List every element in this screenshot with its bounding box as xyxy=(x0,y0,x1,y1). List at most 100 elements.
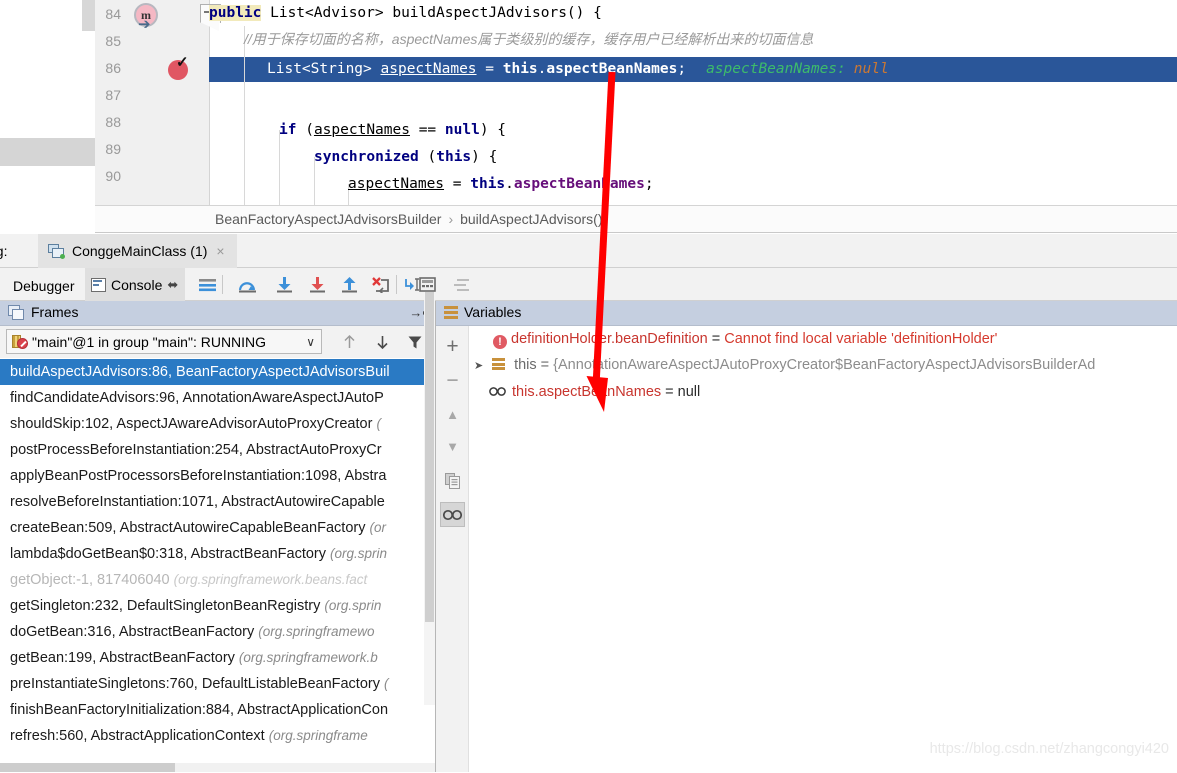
frame-list-item[interactable]: getBean:199, AbstractBeanFactory (org.sp… xyxy=(0,645,435,671)
settings-icon[interactable] xyxy=(448,268,474,301)
editor-gutter[interactable]: 84 85 86 87 88 89 90 xyxy=(95,0,210,205)
frames-up-icon[interactable] xyxy=(338,331,360,353)
variables-toolbar: + − ▲ ▼ xyxy=(436,326,469,772)
inline-debug-hint-value: null xyxy=(853,61,889,77)
frame-package: (org.springframewo xyxy=(258,624,375,639)
add-watch-icon[interactable]: + xyxy=(440,334,465,359)
frame-label: finishBeanFactoryInitialization:884, Abs… xyxy=(10,702,389,718)
frames-icon xyxy=(8,305,25,321)
frames-list[interactable]: buildAspectJAdvisors:86, BeanFactoryAspe… xyxy=(0,358,435,773)
code-token-signature: List<Advisor> buildAspectJAdvisors() { xyxy=(261,5,602,21)
line-number: 85 xyxy=(105,33,121,49)
frame-list-item[interactable]: getObject:-1, 817406040 (org.springframe… xyxy=(0,567,435,593)
frame-list-item[interactable]: buildAspectJAdvisors:86, BeanFactoryAspe… xyxy=(0,359,435,385)
remove-watch-icon[interactable]: − xyxy=(440,368,465,393)
close-icon[interactable]: × xyxy=(216,243,224,259)
run-configuration-icon xyxy=(48,243,65,259)
frame-label: findCandidateAdvisors:96, AnnotationAwar… xyxy=(10,390,384,406)
frame-label: doGetBean:316, AbstractBeanFactory xyxy=(10,624,259,640)
frame-list-item[interactable]: finishBeanFactoryInitialization:884, Abs… xyxy=(0,697,435,723)
frame-list-item[interactable]: doGetBean:316, AbstractBeanFactory (org.… xyxy=(0,619,435,645)
watermark: https://blog.csdn.net/zhangcongyi420 xyxy=(929,741,1169,757)
chevron-right-icon[interactable]: ➤ xyxy=(474,353,488,379)
run-configuration-tab[interactable]: ConggeMainClass (1) × xyxy=(38,234,237,268)
variable-value: null xyxy=(677,384,701,400)
code-token-brace: ) { xyxy=(471,149,498,165)
frame-label: buildAspectJAdvisors:86, BeanFactoryAspe… xyxy=(10,364,390,380)
editor-left-gray-band xyxy=(0,138,95,166)
variables-icon xyxy=(444,306,458,320)
frame-label: preInstantiateSingletons:760, DefaultLis… xyxy=(10,676,385,692)
line-number: 86 xyxy=(105,60,121,76)
step-into-icon[interactable] xyxy=(271,268,297,301)
copy-value-icon[interactable] xyxy=(440,468,465,493)
code-editor[interactable]: 84 85 86 87 88 89 90 m ➔ ✓ public List<A… xyxy=(0,0,1177,205)
show-execution-point-icon[interactable] xyxy=(194,268,220,301)
debug-window-label: ug: xyxy=(0,243,8,259)
watches-in-variables-icon[interactable] xyxy=(440,502,465,527)
code-token-localvar: aspectNames xyxy=(348,176,445,192)
frame-label: shouldSkip:102, AspectJAwareAdvisorAutoP… xyxy=(10,416,377,432)
variable-value: {AnnotationAwareAspectJAutoProxyCreator$… xyxy=(553,357,1096,373)
breadcrumb-bar: BeanFactoryAspectJAdvisorsBuilder › buildA… xyxy=(95,205,1177,233)
variable-row[interactable]: this.aspectBeanNames = null xyxy=(469,378,1177,404)
code-token-field: aspectBeanNames xyxy=(513,176,645,192)
line-number: 87 xyxy=(105,87,121,103)
frame-list-item[interactable]: refresh:560, AbstractApplicationContext … xyxy=(0,723,435,749)
pin-tab-icon[interactable]: ⬌ xyxy=(167,277,178,293)
breadcrumb-method[interactable]: buildAspectJAdvisors() xyxy=(460,211,602,227)
tab-console[interactable]: Console ⬌ xyxy=(85,268,186,301)
variables-panel-header: Variables xyxy=(436,301,1177,326)
frame-list-item[interactable]: postProcessBeforeInstantiation:254, Abst… xyxy=(0,437,435,463)
console-icon xyxy=(91,277,106,292)
breadcrumb[interactable]: BeanFactoryAspectJAdvisorsBuilder › buildA… xyxy=(215,211,603,227)
variable-row[interactable]: ➤ this = {AnnotationAwareAspectJAutoProx… xyxy=(469,352,1177,378)
frame-list-item[interactable]: createBean:509, AbstractAutowireCapableB… xyxy=(0,515,435,541)
frame-list-item[interactable]: applyBeanPostProcessorsBeforeInstantiati… xyxy=(0,463,435,489)
frame-package: (org.sprin xyxy=(330,546,388,561)
variables-tree[interactable]: ! definitionHolder.beanDefinition = Cann… xyxy=(469,326,1177,772)
error-icon: ! xyxy=(493,335,507,349)
code-token-brace: ) { xyxy=(479,122,507,138)
tab-debugger[interactable]: Debugger xyxy=(4,272,84,300)
code-token-localvar: aspectNames xyxy=(380,61,477,77)
debug-tool-window: ug: ConggeMainClass (1) × Debugger Conso… xyxy=(0,234,1177,772)
step-over-icon[interactable] xyxy=(234,268,260,301)
code-token-assign: = xyxy=(444,176,471,192)
debug-tab-bar: ug: ConggeMainClass (1) × xyxy=(0,234,1177,268)
variable-equals: = xyxy=(661,384,678,400)
frame-list-item[interactable]: resolveBeforeInstantiation:1071, Abstrac… xyxy=(0,489,435,515)
frames-panel-header: Frames →▪ xyxy=(0,301,435,326)
code-token-field: aspectBeanNames xyxy=(546,61,678,77)
frame-list-item[interactable]: shouldSkip:102, AspectJAwareAdvisorAutoP… xyxy=(0,411,435,437)
frame-list-item[interactable]: getSingleton:232, DefaultSingletonBeanRe… xyxy=(0,593,435,619)
code-text-area[interactable]: public List<Advisor> buildAspectJAdvisor… xyxy=(209,0,1177,205)
frame-label: getSingleton:232, DefaultSingletonBeanRe… xyxy=(10,598,325,614)
breadcrumb-class[interactable]: BeanFactoryAspectJAdvisorsBuilder xyxy=(215,211,441,227)
move-watch-down-icon[interactable]: ▼ xyxy=(440,434,465,459)
frames-vertical-scrollbar-thumb[interactable] xyxy=(425,292,434,622)
frame-label: getObject:-1, 817406040 xyxy=(10,572,174,588)
code-token-synchronized: synchronized xyxy=(314,149,428,165)
step-out-icon[interactable] xyxy=(336,268,362,301)
variable-equals: = xyxy=(707,331,725,347)
chevron-down-icon[interactable]: ∨ xyxy=(306,335,315,349)
code-token-localvar: aspectNames xyxy=(313,122,410,138)
line-number: 88 xyxy=(105,114,121,130)
frames-down-icon[interactable] xyxy=(371,331,393,353)
frame-list-item[interactable]: findCandidateAdvisors:96, AnnotationAwar… xyxy=(0,385,435,411)
force-step-into-icon[interactable] xyxy=(304,268,330,301)
code-line-89: synchronized (this) { xyxy=(314,144,497,170)
drop-frame-icon[interactable] xyxy=(368,268,394,301)
code-token-semicolon: ; xyxy=(644,176,654,192)
variable-row[interactable]: ! definitionHolder.beanDefinition = Cann… xyxy=(469,326,1177,352)
frames-horizontal-scrollbar-thumb[interactable] xyxy=(0,763,175,772)
line-number: 89 xyxy=(105,141,121,157)
frame-list-item[interactable]: preInstantiateSingletons:760, DefaultLis… xyxy=(0,671,435,697)
frame-list-item[interactable]: lambda$doGetBean$0:318, AbstractBeanFact… xyxy=(0,541,435,567)
code-token-paren: ( xyxy=(427,149,437,165)
frames-filter-icon[interactable] xyxy=(404,331,426,353)
frame-label: refresh:560, AbstractApplicationContext xyxy=(10,728,269,744)
move-watch-up-icon[interactable]: ▲ xyxy=(440,402,465,427)
thread-selector[interactable]: "main"@1 in group "main": RUNNING ∨ xyxy=(6,329,322,354)
